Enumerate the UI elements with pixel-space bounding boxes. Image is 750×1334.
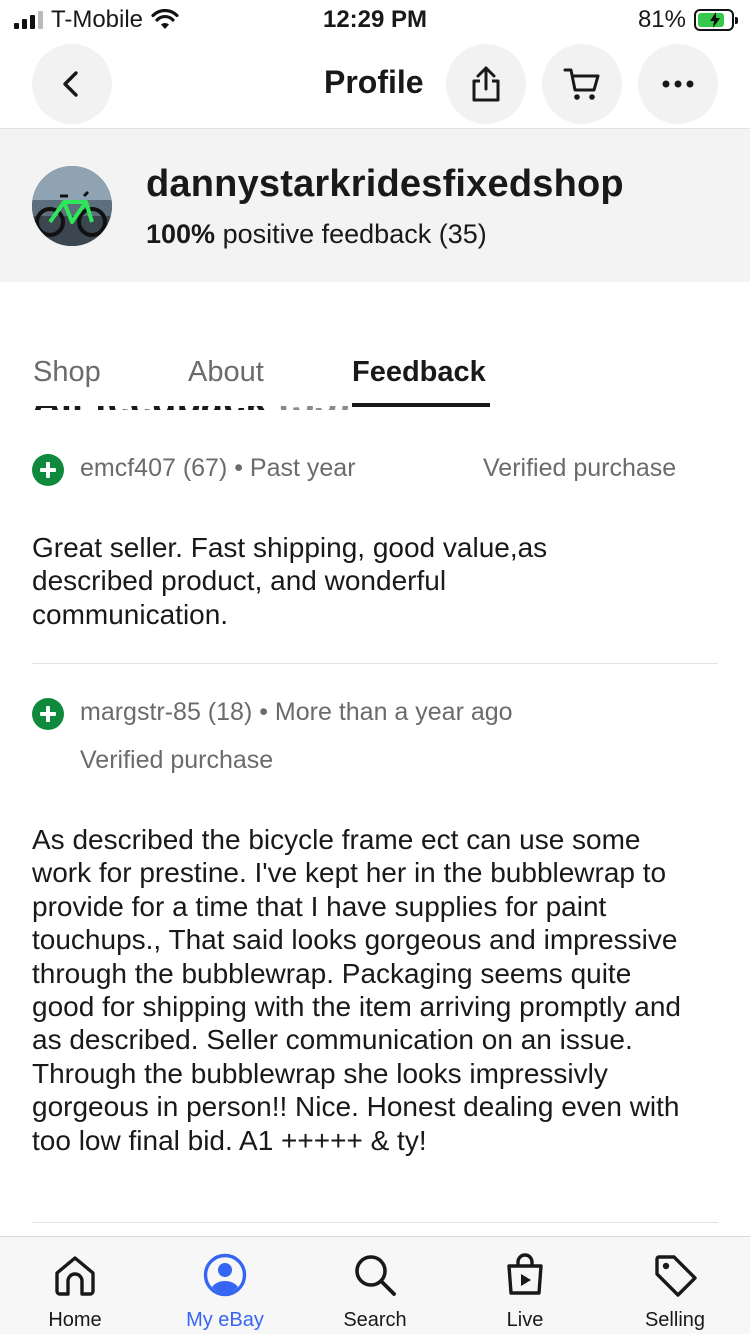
verified-purchase-label: Verified purchase [483, 454, 677, 482]
nav-selling-label: Selling [644, 1309, 706, 1331]
nav-live-label: Live [506, 1309, 544, 1331]
feedback-user-line: emcf407 (67) • Past year [80, 454, 356, 482]
positive-rating-icon [32, 698, 64, 730]
positive-percentage: 100% [146, 219, 216, 249]
feedback-comment: Great seller. Fast shipping, good value,… [32, 532, 548, 630]
chevron-left-icon [63, 71, 78, 97]
share-icon [472, 66, 500, 102]
status-right: 81% [637, 6, 738, 34]
search-icon [355, 1255, 396, 1296]
feedback-entry: margstr-85 (18) • More than a year ago V… [32, 696, 718, 1196]
feedback-comment: As described the bicycle frame ect can u… [32, 824, 682, 1156]
profile-tabs: Shop About Feedback [0, 356, 750, 407]
battery-icon [694, 9, 738, 31]
bicycle-photo [32, 166, 112, 246]
back-button[interactable] [32, 44, 112, 124]
nav-live[interactable]: Live [450, 1237, 600, 1334]
feedback-summary[interactable]: 100% positive feedback (35) [146, 219, 487, 250]
more-dots-icon [662, 80, 694, 88]
verified-purchase-label: Verified purchase [80, 746, 274, 774]
tab-about[interactable]: About [188, 356, 264, 389]
top-nav: Profile [0, 44, 750, 128]
nav-selling[interactable]: Selling [600, 1237, 750, 1334]
cart-icon [563, 68, 600, 100]
more-options-button[interactable] [638, 44, 718, 124]
seller-avatar[interactable] [32, 166, 112, 246]
feedback-entry: emcf407 (67) • Past year Verified purcha… [32, 452, 718, 642]
nav-home[interactable]: Home [0, 1237, 150, 1334]
home-icon [55, 1256, 95, 1296]
page-title: Profile [324, 64, 424, 100]
bottom-tab-bar: Home My eBay Search Live Selling [0, 1236, 750, 1334]
tab-feedback[interactable]: Feedback [352, 356, 486, 389]
profile-icon [203, 1253, 247, 1297]
nav-search[interactable]: Search [300, 1237, 450, 1334]
tab-shop[interactable]: Shop [33, 356, 101, 389]
status-bar: T-Mobile 12:29 PM 81% [0, 0, 750, 44]
live-bag-icon [507, 1253, 543, 1295]
nav-my-ebay[interactable]: My eBay [150, 1237, 300, 1334]
nav-home-label: Home [48, 1309, 102, 1331]
store-name: dannystarkridesfixedshop [146, 163, 624, 205]
seller-profile-header: dannystarkridesfixedshop 100% positive f… [0, 128, 750, 282]
feedback-summary-text: positive feedback (35) [222, 219, 487, 249]
feedback-user-line: margstr-85 (18) • More than a year ago [80, 698, 513, 726]
divider [32, 1222, 718, 1223]
battery-percent: 81% [637, 6, 686, 33]
active-tab-indicator [352, 403, 490, 407]
divider [32, 663, 718, 664]
cart-button[interactable] [542, 44, 622, 124]
share-button[interactable] [446, 44, 526, 124]
positive-rating-icon [32, 454, 64, 486]
tag-icon [655, 1255, 697, 1297]
nav-search-label: Search [343, 1309, 407, 1331]
nav-my-ebay-label: My eBay [186, 1309, 264, 1331]
